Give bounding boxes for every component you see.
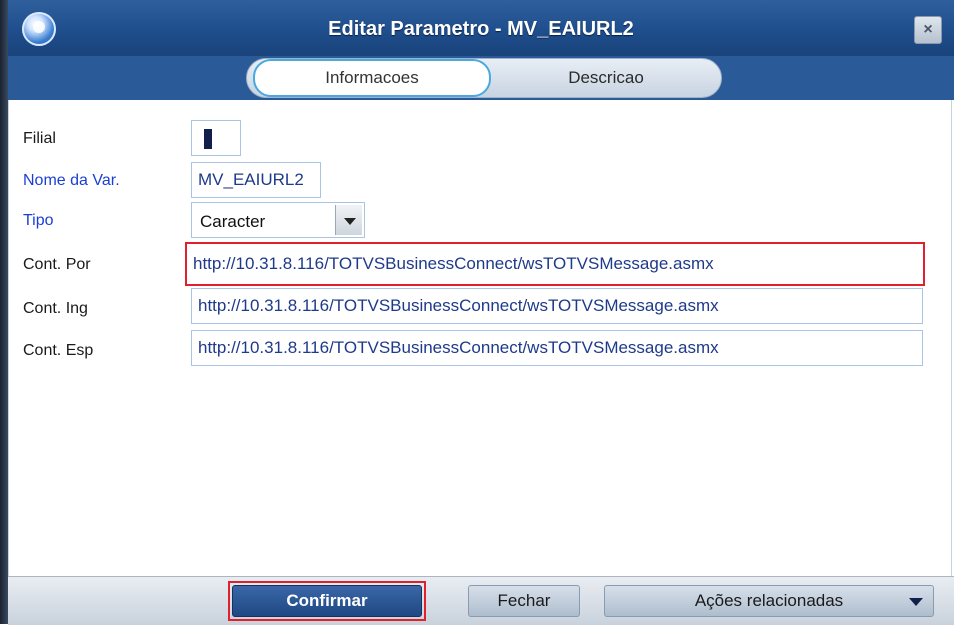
tab-track: Informacoes Descricao [246, 58, 722, 98]
cont-esp-field[interactable]: http://10.31.8.116/TOTVSBusinessConnect/… [191, 330, 923, 366]
tipo-label: Tipo [23, 212, 54, 229]
tab-informacoes[interactable]: Informacoes [253, 59, 491, 97]
nome-var-label: Nome da Var. [23, 172, 120, 189]
form-panel: Filial Nome da Var. MV_EAIURL2 Tipo Cara… [8, 100, 952, 576]
chevron-down-icon [909, 598, 923, 606]
chevron-down-icon[interactable] [335, 205, 362, 235]
cont-esp-label: Cont. Esp [23, 342, 94, 359]
tab-descricao[interactable]: Descricao [495, 61, 717, 95]
tipo-selected-value: Caracter [200, 212, 266, 231]
confirm-button[interactable]: Confirmar [232, 585, 422, 617]
button-bar: Confirmar Fechar Ações relacionadas [8, 576, 954, 625]
nome-var-field[interactable]: MV_EAIURL2 [191, 162, 321, 198]
filial-label: Filial [23, 130, 56, 147]
cont-por-label: Cont. Por [23, 256, 91, 273]
text-cursor [204, 129, 212, 149]
tab-bar: Informacoes Descricao [8, 56, 954, 100]
tipo-select[interactable]: Caracter [191, 202, 365, 238]
cont-ing-label: Cont. Ing [23, 300, 88, 317]
related-actions-button[interactable]: Ações relacionadas [604, 585, 934, 617]
edit-parameter-dialog: Editar Parametro - MV_EAIURL2 × Informac… [0, 0, 954, 625]
window-left-border [0, 0, 8, 624]
cont-por-field[interactable]: http://10.31.8.116/TOTVSBusinessConnect/… [185, 242, 925, 286]
close-button[interactable]: Fechar [468, 585, 580, 617]
close-icon[interactable]: × [914, 16, 942, 44]
cont-ing-field[interactable]: http://10.31.8.116/TOTVSBusinessConnect/… [191, 288, 923, 324]
window-title: Editar Parametro - MV_EAIURL2 [328, 18, 634, 40]
filial-field[interactable] [191, 120, 241, 156]
title-bar: Editar Parametro - MV_EAIURL2 × [8, 0, 954, 64]
related-actions-label: Ações relacionadas [694, 591, 844, 610]
